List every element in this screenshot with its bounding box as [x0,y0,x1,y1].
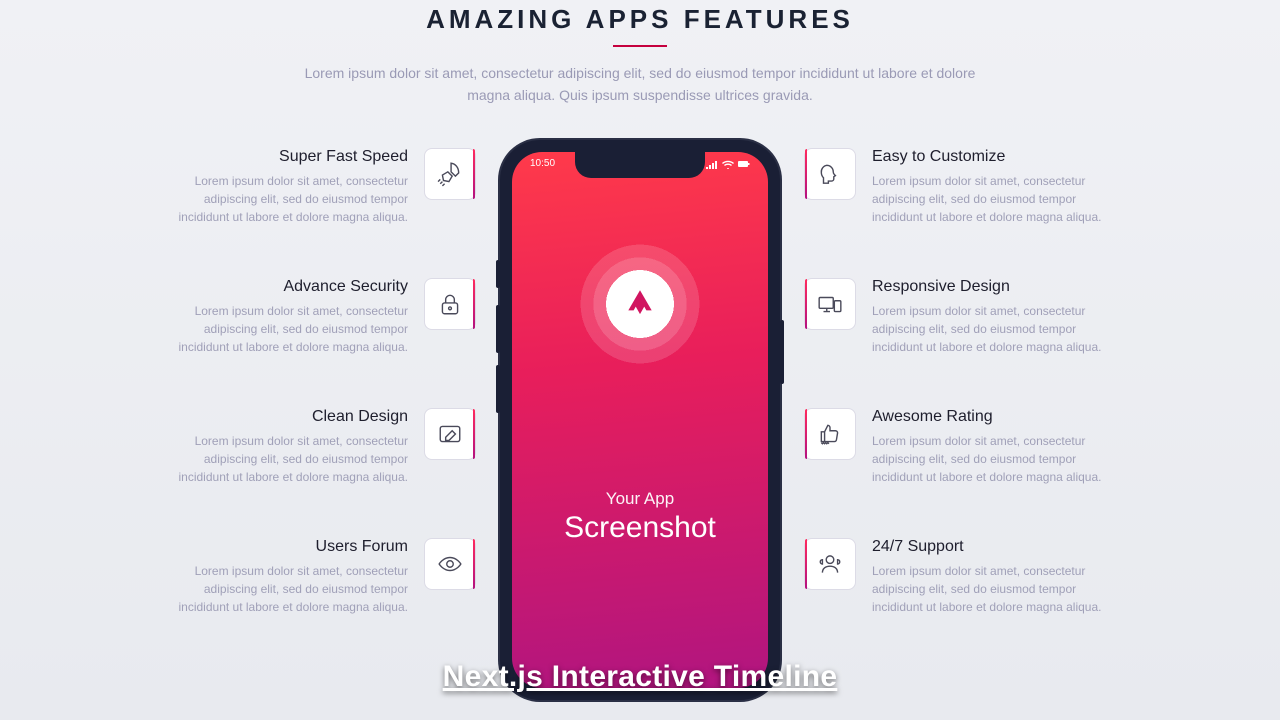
app-logo-icon [623,287,657,321]
features-right-column: Easy to Customize Lorem ipsum dolor sit a… [804,148,1114,700]
section-title: AMAZING APPS FEATURES [426,4,854,35]
lock-icon [424,278,476,330]
support-icon [804,538,856,590]
feature-desc: Lorem ipsum dolor sit amet, consectetur … [872,562,1114,616]
section-subtitle: Lorem ipsum dolor sit amet, consectetur … [300,63,980,106]
phone-notch [575,152,705,178]
title-underline [613,45,667,47]
phone-text-line2: Screenshot [564,511,716,545]
feature-title: 24/7 Support [872,538,1114,556]
feature-title: Easy to Customize [872,148,1114,166]
eye-icon [424,538,476,590]
feature-support: 24/7 Support Lorem ipsum dolor sit amet, … [804,538,1114,616]
devices-icon [804,278,856,330]
thumbs-icon [804,408,856,460]
features-left-column: Super Fast Speed Lorem ipsum dolor sit am… [166,148,476,700]
head-icon [804,148,856,200]
features-grid: Super Fast Speed Lorem ipsum dolor sit am… [0,148,1280,700]
feature-clean-design: Clean Design Lorem ipsum dolor sit amet, … [166,408,476,486]
feature-responsive: Responsive Design Lorem ipsum dolor sit a… [804,278,1114,356]
feature-title: Users Forum [166,538,408,556]
feature-rating: Awesome Rating Lorem ipsum dolor sit amet… [804,408,1114,486]
rocket-icon [424,148,476,200]
feature-desc: Lorem ipsum dolor sit amet, consectetur … [166,172,408,226]
feature-desc: Lorem ipsum dolor sit amet, consectetur … [166,562,408,616]
feature-desc: Lorem ipsum dolor sit amet, consectetur … [166,302,408,356]
wifi-icon [722,159,734,169]
app-logo-ring [565,229,715,379]
feature-security: Advance Security Lorem ipsum dolor sit am… [166,278,476,356]
phone-text-line1: Your App [564,489,716,509]
feature-title: Clean Design [166,408,408,426]
phone-mockup: 10:50 Your App Screenshot [494,140,786,700]
feature-title: Awesome Rating [872,408,1114,426]
feature-users-forum: Users Forum Lorem ipsum dolor sit amet, c… [166,538,476,616]
feature-title: Responsive Design [872,278,1114,296]
pencil-icon [424,408,476,460]
statusbar-time: 10:50 [530,158,555,169]
feature-title: Advance Security [166,278,408,296]
feature-customize: Easy to Customize Lorem ipsum dolor sit a… [804,148,1114,226]
feature-title: Super Fast Speed [166,148,408,166]
battery-icon [738,159,750,169]
feature-desc: Lorem ipsum dolor sit amet, consectetur … [872,172,1114,226]
feature-desc: Lorem ipsum dolor sit amet, consectetur … [872,432,1114,486]
feature-desc: Lorem ipsum dolor sit amet, consectetur … [166,432,408,486]
overlay-link[interactable]: Next.js Interactive Timeline [0,660,1280,694]
feature-desc: Lorem ipsum dolor sit amet, consectetur … [872,302,1114,356]
signal-icon [706,159,718,169]
feature-speed: Super Fast Speed Lorem ipsum dolor sit am… [166,148,476,226]
